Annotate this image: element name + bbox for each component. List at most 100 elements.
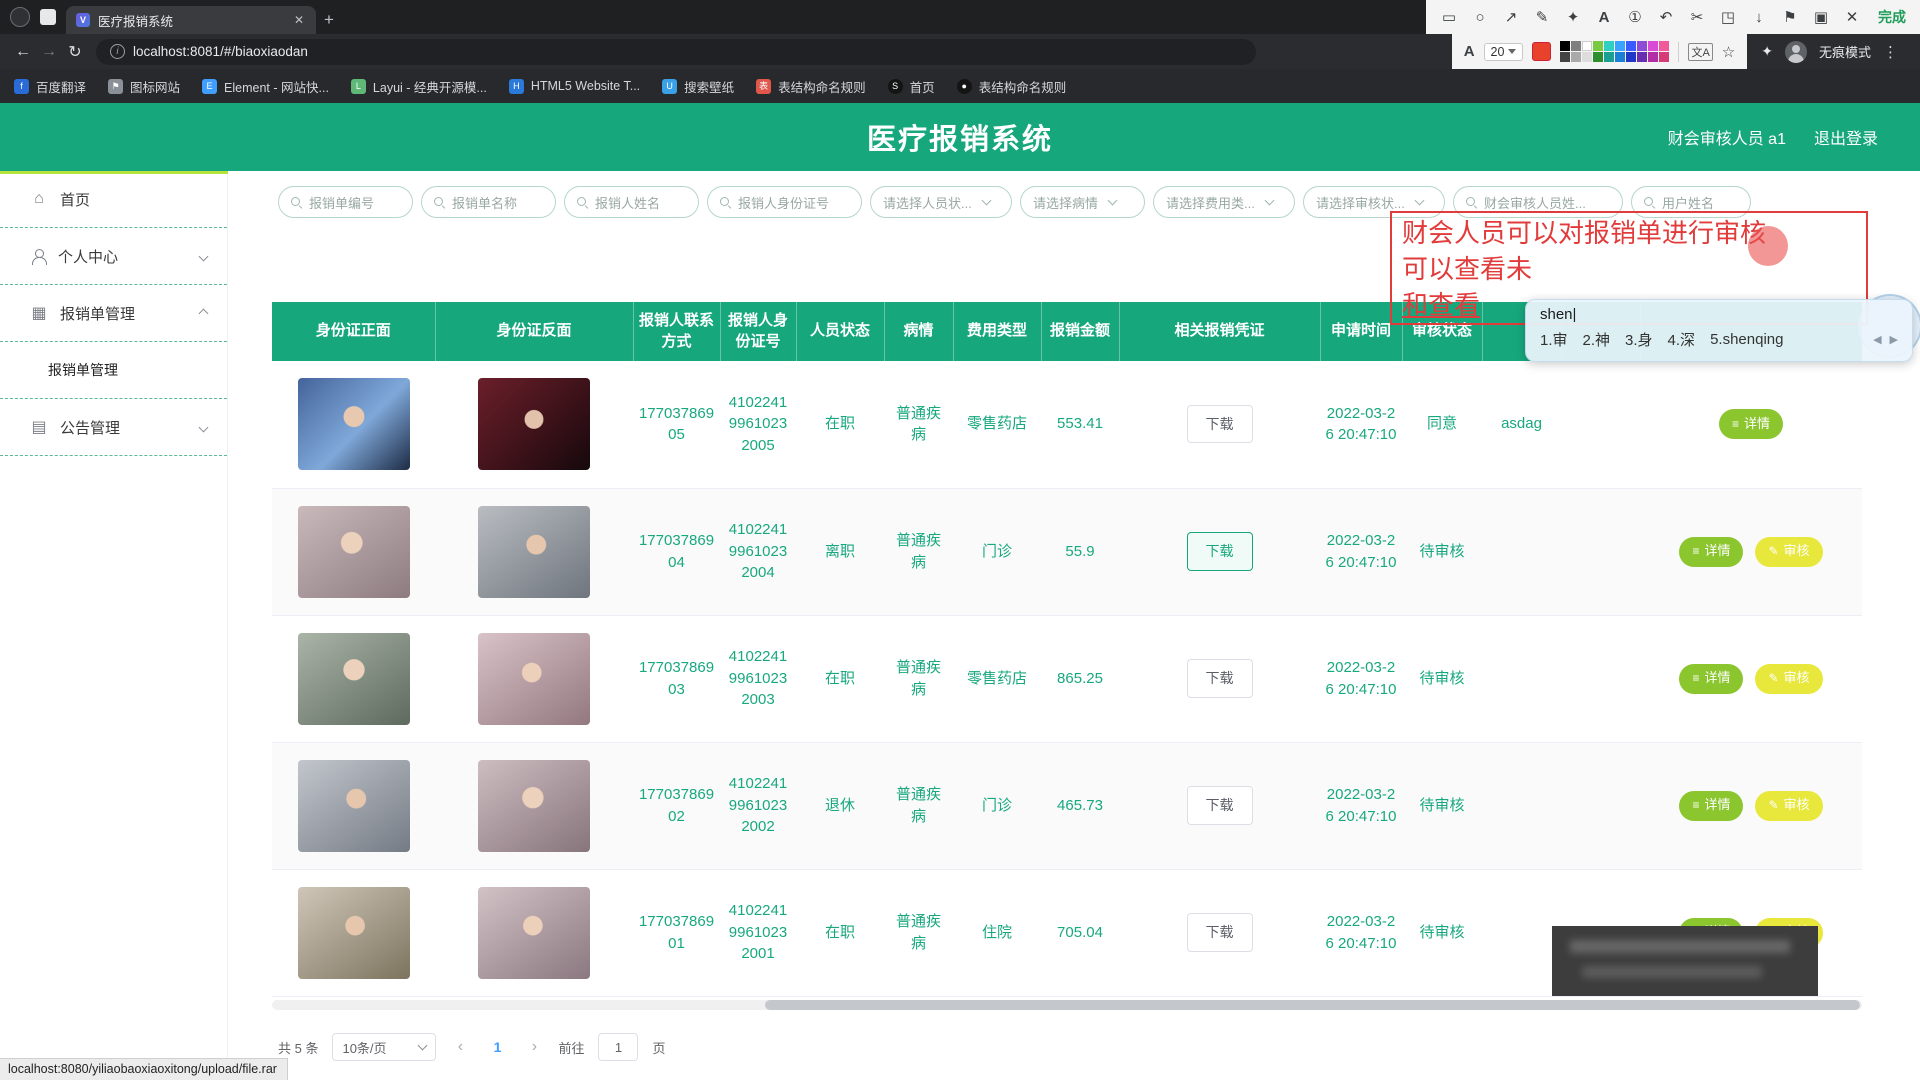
- ime-candidate[interactable]: 3.身: [1625, 329, 1653, 350]
- browser-menu-icon[interactable]: ⋮: [1883, 43, 1898, 61]
- palette-color[interactable]: [1560, 41, 1570, 51]
- detail-button[interactable]: ≡详情: [1719, 409, 1783, 439]
- detail-button[interactable]: ≡详情: [1679, 537, 1743, 567]
- browser-tab[interactable]: V 医疗报销系统 ✕: [66, 6, 316, 34]
- filter-select-person-status[interactable]: 请选择人员状...: [870, 186, 1012, 218]
- page-number-active[interactable]: 1: [484, 1039, 510, 1055]
- bookmark-item[interactable]: HHTML5 Website T...: [509, 79, 640, 94]
- profile-avatar[interactable]: [1785, 41, 1807, 63]
- palette-color[interactable]: [1648, 52, 1658, 62]
- horizontal-scrollbar-track[interactable]: [272, 1000, 1862, 1010]
- translate-icon[interactable]: 文A: [1688, 43, 1712, 61]
- selected-color-swatch[interactable]: [1532, 42, 1551, 61]
- forward-icon[interactable]: →: [36, 43, 62, 61]
- ime-prev-page-icon[interactable]: ◀: [1873, 333, 1881, 346]
- palette-color[interactable]: [1604, 41, 1614, 51]
- filter-select-disease[interactable]: 请选择病情: [1020, 186, 1145, 218]
- download-icon[interactable]: ↓: [1750, 9, 1768, 26]
- palette-color[interactable]: [1648, 41, 1658, 51]
- text-tool-icon[interactable]: A: [1595, 9, 1613, 26]
- palette-color[interactable]: [1659, 52, 1669, 62]
- tab-close-icon[interactable]: ✕: [292, 13, 306, 27]
- audit-button[interactable]: ✎审核: [1755, 664, 1822, 694]
- filter-input-person-name[interactable]: 报销人姓名: [564, 186, 699, 218]
- bookmark-item[interactable]: S首页: [888, 77, 935, 96]
- download-button[interactable]: 下载: [1187, 786, 1253, 824]
- back-icon[interactable]: ←: [10, 43, 36, 61]
- bookmark-item[interactable]: LLayui - 经典开源模...: [351, 77, 487, 96]
- palette-color[interactable]: [1571, 52, 1581, 62]
- ime-candidate[interactable]: 5.shenqing: [1710, 331, 1783, 348]
- site-info-icon[interactable]: i: [110, 44, 125, 59]
- tab-search-icon[interactable]: [40, 9, 56, 25]
- font-style-icon[interactable]: A: [1464, 43, 1475, 60]
- sidebar-item-home[interactable]: ⌂ 首页: [0, 171, 227, 228]
- palette-color[interactable]: [1626, 52, 1636, 62]
- undo-icon[interactable]: ↶: [1657, 8, 1675, 26]
- pen-tool-icon[interactable]: ✎: [1533, 8, 1551, 26]
- close-capture-icon[interactable]: ✕: [1843, 8, 1861, 26]
- address-input[interactable]: i localhost:8081/#/biaoxiaodan: [96, 39, 1256, 65]
- download-button[interactable]: 下载: [1187, 913, 1253, 951]
- palette-color[interactable]: [1593, 52, 1603, 62]
- palette-color[interactable]: [1626, 41, 1636, 51]
- audit-button[interactable]: ✎审核: [1755, 537, 1822, 567]
- pin-icon[interactable]: ⚑: [1781, 8, 1799, 26]
- palette-color[interactable]: [1637, 41, 1647, 51]
- filter-input-order-name[interactable]: 报销单名称: [421, 186, 556, 218]
- arrow-tool-icon[interactable]: ↗: [1502, 8, 1520, 26]
- sidebar-item-announcement-management[interactable]: ▤ 公告管理: [0, 399, 227, 456]
- ime-candidate[interactable]: 4.深: [1668, 329, 1696, 350]
- palette-color[interactable]: [1615, 52, 1625, 62]
- capture-done-button[interactable]: 完成: [1878, 7, 1906, 27]
- bookmark-item[interactable]: 表表结构命名规则: [756, 77, 866, 96]
- sidebar-item-personal-center[interactable]: 个人中心: [0, 228, 227, 285]
- ime-next-page-icon[interactable]: ▶: [1890, 333, 1898, 346]
- bookmark-item[interactable]: ⚑图标网站: [108, 77, 180, 96]
- detail-button[interactable]: ≡详情: [1679, 664, 1743, 694]
- palette-color[interactable]: [1604, 52, 1614, 62]
- bookmark-item[interactable]: U搜索壁纸: [662, 77, 734, 96]
- bookmark-star-icon[interactable]: ☆: [1722, 43, 1735, 61]
- horizontal-scrollbar-thumb[interactable]: [765, 1000, 1860, 1010]
- ime-candidate[interactable]: 2.神: [1583, 329, 1611, 350]
- palette-color[interactable]: [1582, 41, 1592, 51]
- download-button[interactable]: 下载: [1187, 532, 1253, 570]
- font-size-select[interactable]: 20: [1484, 43, 1524, 61]
- filter-input-order-no[interactable]: 报销单编号: [278, 186, 413, 218]
- sidebar-subitem-reimbursement-list[interactable]: 报销单管理: [0, 342, 227, 399]
- ellipse-tool-icon[interactable]: ○: [1471, 9, 1489, 26]
- bookmark-item[interactable]: EElement - 网站快...: [202, 77, 329, 96]
- page-size-select[interactable]: 10条/页: [332, 1033, 436, 1061]
- download-button[interactable]: 下载: [1187, 405, 1253, 443]
- palette-color[interactable]: [1637, 52, 1647, 62]
- palette-color[interactable]: [1560, 52, 1570, 62]
- palette-color[interactable]: [1593, 41, 1603, 51]
- capture-region-icon[interactable]: ◳: [1719, 8, 1737, 26]
- bookmark-item[interactable]: f百度翻译: [14, 77, 86, 96]
- new-tab-icon[interactable]: +: [324, 10, 334, 30]
- step-number-tool-icon[interactable]: ①: [1626, 8, 1644, 26]
- goto-page-input[interactable]: [598, 1033, 638, 1061]
- audit-button[interactable]: ✎审核: [1755, 791, 1822, 821]
- marker-tool-icon[interactable]: ✦: [1564, 8, 1582, 26]
- logout-button[interactable]: 退出登录: [1814, 125, 1878, 149]
- sidebar-item-reimbursement-management[interactable]: ▦ 报销单管理: [0, 285, 227, 342]
- filter-select-fee-type[interactable]: 请选择费用类...: [1153, 186, 1295, 218]
- palette-color[interactable]: [1659, 41, 1669, 51]
- detail-button[interactable]: ≡详情: [1679, 791, 1743, 821]
- browser-app-icon[interactable]: [10, 7, 30, 27]
- palette-color[interactable]: [1582, 52, 1592, 62]
- refresh-icon[interactable]: ↻: [62, 42, 88, 62]
- scissors-tool-icon[interactable]: ✂: [1688, 8, 1706, 26]
- rect-tool-icon[interactable]: ▭: [1440, 8, 1458, 26]
- clipboard-icon[interactable]: ▣: [1812, 8, 1830, 26]
- ime-candidate[interactable]: 1.审: [1540, 329, 1568, 350]
- filter-input-id-number[interactable]: 报销人身份证号: [707, 186, 862, 218]
- palette-color[interactable]: [1615, 41, 1625, 51]
- prev-page-icon[interactable]: ‹: [450, 1038, 470, 1056]
- next-page-icon[interactable]: ›: [524, 1038, 544, 1056]
- download-button[interactable]: 下载: [1187, 659, 1253, 697]
- palette-color[interactable]: [1571, 41, 1581, 51]
- extensions-icon[interactable]: ✦: [1761, 43, 1773, 60]
